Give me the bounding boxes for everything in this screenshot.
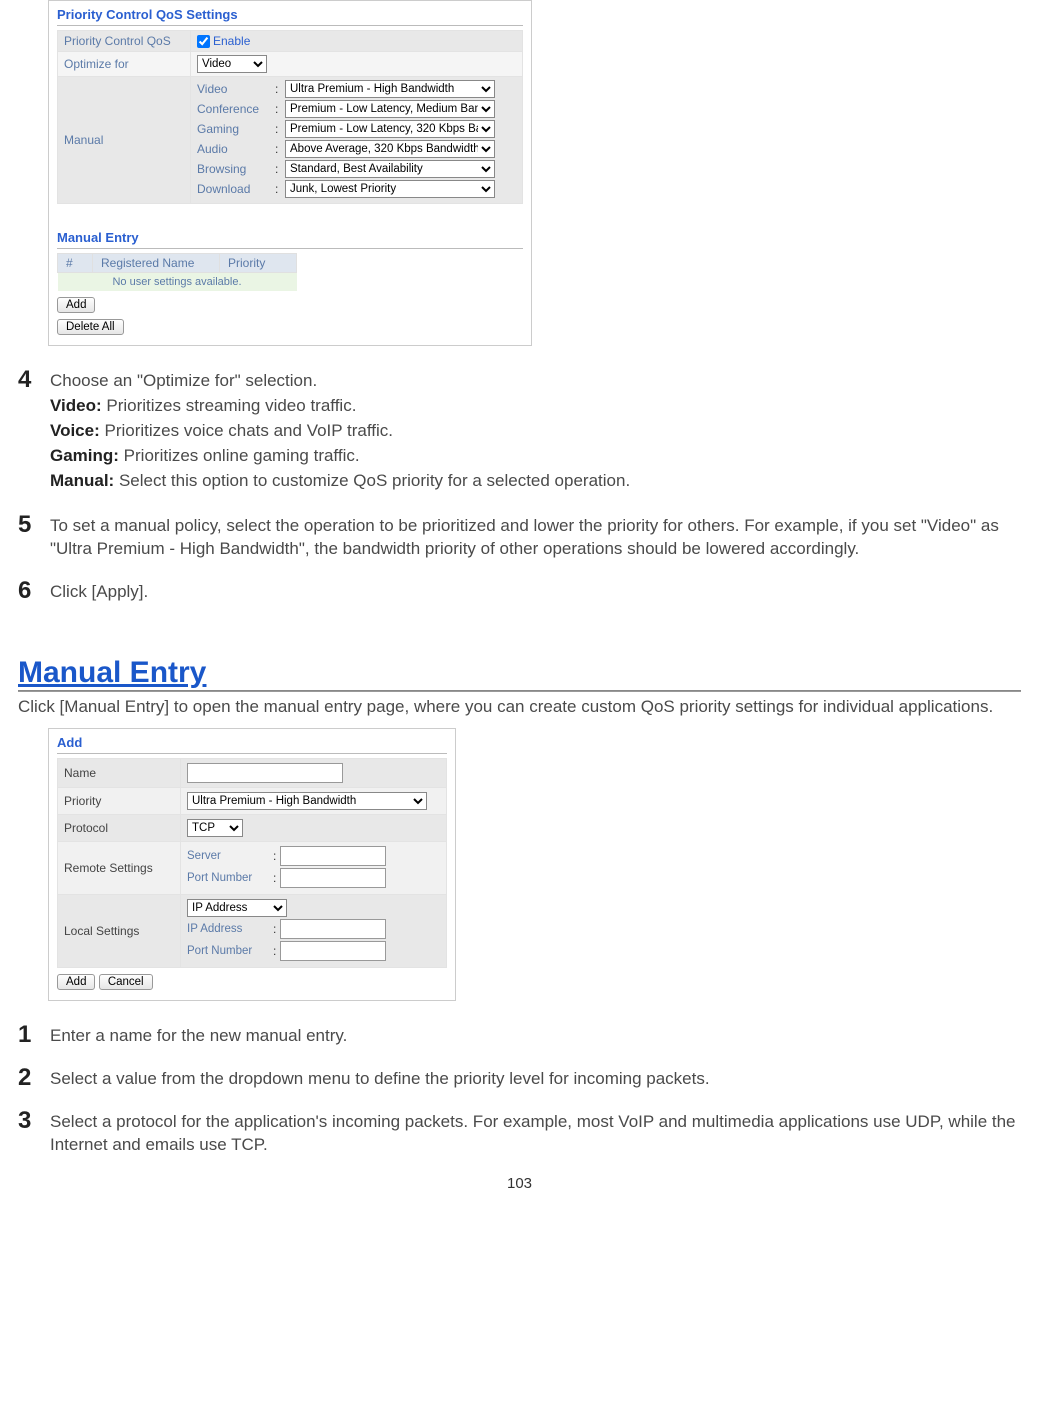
manual-browsing-label: Browsing — [197, 162, 275, 176]
step-num-6: 6 — [18, 579, 50, 604]
protocol-label: Protocol — [58, 815, 181, 842]
remote-port-label: Port Number — [187, 872, 273, 884]
manual-gaming-select[interactable]: Premium - Low Latency, 320 Kbps Bandwidt — [285, 120, 495, 138]
manual-audio-label: Audio — [197, 142, 275, 156]
section-description: Click [Manual Entry] to open the manual … — [18, 696, 1021, 719]
step-5-body: To set a manual policy, select the opera… — [50, 513, 1021, 561]
name-input[interactable] — [187, 763, 343, 783]
step-6-body: Click [Apply]. — [50, 579, 1021, 604]
manual-conference-label: Conference — [197, 102, 275, 116]
protocol-select[interactable]: TCP — [187, 819, 243, 837]
step-num-2: 2 — [18, 1066, 50, 1091]
manual-video-label: Video — [197, 82, 275, 96]
local-port-label: Port Number — [187, 945, 273, 957]
priority-select[interactable]: Ultra Premium - High Bandwidth — [187, 792, 427, 810]
manual-entry-heading: Manual Entry — [57, 230, 523, 249]
manual-browsing-select[interactable]: Standard, Best Availability — [285, 160, 495, 178]
add-button[interactable]: Add — [57, 297, 95, 313]
add-panel-screenshot: Add Name Priority Ultra Premium - High B… — [48, 728, 456, 1001]
enable-label: Priority Control QoS — [58, 31, 191, 52]
qos-title: Priority Control QoS Settings — [57, 7, 523, 26]
remote-label: Remote Settings — [58, 842, 181, 895]
manual-gaming-label: Gaming — [197, 122, 275, 136]
step-1-body: Enter a name for the new manual entry. — [50, 1023, 1021, 1048]
step-4-body: Choose an "Optimize for" selection. Vide… — [50, 368, 1021, 495]
manual-download-select[interactable]: Junk, Lowest Priority — [285, 180, 495, 198]
manual-conference-select[interactable]: Premium - Low Latency, Medium Bandwidth — [285, 100, 495, 118]
name-label: Name — [58, 759, 181, 788]
local-ip-label: IP Address — [187, 923, 273, 935]
optimize-select[interactable]: Video — [197, 55, 267, 73]
step-2-body: Select a value from the dropdown menu to… — [50, 1066, 1021, 1091]
priority-label: Priority — [58, 788, 181, 815]
enable-text: Enable — [213, 34, 250, 48]
me-col-name: Registered Name — [93, 254, 220, 273]
local-label: Local Settings — [58, 895, 181, 968]
manual-label: Manual — [58, 77, 191, 204]
manual-audio-select[interactable]: Above Average, 320 Kbps Bandwidth — [285, 140, 495, 158]
remote-server-input[interactable] — [280, 846, 386, 866]
remote-port-input[interactable] — [280, 868, 386, 888]
me-col-priority: Priority — [220, 254, 297, 273]
remote-server-label: Server — [187, 850, 273, 862]
step-num-5: 5 — [18, 513, 50, 561]
manual-download-label: Download — [197, 182, 275, 196]
page-number: 103 — [18, 1175, 1021, 1192]
cancel-button[interactable]: Cancel — [99, 974, 153, 990]
enable-checkbox[interactable] — [197, 35, 210, 48]
step-3-body: Select a protocol for the application's … — [50, 1109, 1021, 1157]
add-submit-button[interactable]: Add — [57, 974, 95, 990]
local-port-input[interactable] — [280, 941, 386, 961]
section-heading: Manual Entry — [18, 656, 1021, 691]
step-num-4: 4 — [18, 368, 50, 495]
delete-all-button[interactable]: Delete All — [57, 319, 124, 335]
step-num-3: 3 — [18, 1109, 50, 1157]
me-col-num: # — [58, 254, 93, 273]
me-empty-row: No user settings available. — [58, 273, 297, 292]
manual-video-select[interactable]: Ultra Premium - High Bandwidth — [285, 80, 495, 98]
optimize-label: Optimize for — [58, 52, 191, 77]
local-ip-input[interactable] — [280, 919, 386, 939]
qos-settings-screenshot: Priority Control QoS Settings Priority C… — [48, 0, 532, 346]
add-title: Add — [57, 735, 447, 754]
local-type-select[interactable]: IP Address — [187, 899, 287, 917]
step-num-1: 1 — [18, 1023, 50, 1048]
